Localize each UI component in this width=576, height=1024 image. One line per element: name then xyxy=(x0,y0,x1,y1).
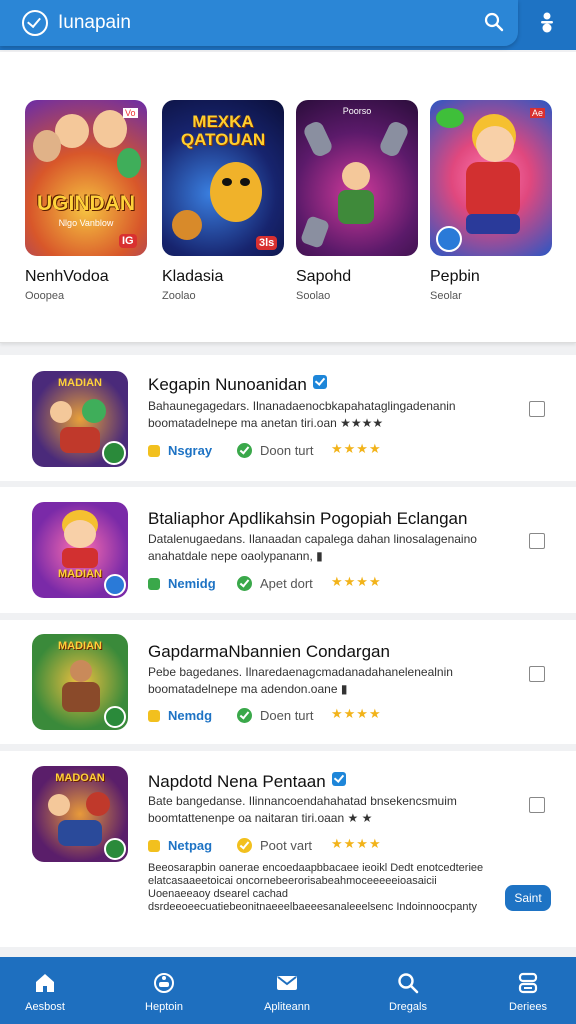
check-icon xyxy=(237,443,252,458)
featured-name: Kladasia xyxy=(162,268,224,285)
featured-subtitle: Ooopea xyxy=(25,290,65,302)
mail-icon xyxy=(277,976,297,990)
status-label: Apet dort xyxy=(260,576,313,591)
nav-label: Apliteann xyxy=(264,1001,310,1013)
search-icon xyxy=(398,973,419,994)
tag-icon xyxy=(148,840,160,852)
title-bar: Iunapain xyxy=(0,0,518,46)
featured-name: Sapohd xyxy=(296,268,352,285)
status-label: Doen turt xyxy=(260,708,314,723)
app-description: Bate bangedanse. Ilinnancoendahahatad bn… xyxy=(148,794,457,825)
app-description: Datalenugaedans. Ilanaadan capalega daha… xyxy=(148,532,477,563)
select-checkbox[interactable] xyxy=(529,666,545,682)
verified-icon xyxy=(312,375,327,389)
home-icon xyxy=(36,974,54,992)
featured-thumb-top: Poorso xyxy=(342,106,372,116)
tag-icon xyxy=(148,710,160,722)
settings-icon xyxy=(518,972,538,994)
nav-item-games[interactable]: Heptoin xyxy=(114,957,214,1024)
nav-label: Aesbost xyxy=(25,1001,65,1013)
app-thumb-title: MADIAN xyxy=(58,640,102,652)
app-title: Btaliaphor Apdlikahsin Pogopiah Eclangan xyxy=(148,509,468,528)
nav-item-apps[interactable]: Apliteann xyxy=(237,957,337,1024)
featured-thumb-title: QATOUAN xyxy=(180,130,266,149)
featured-thumb-title: UGINDAN xyxy=(37,192,135,215)
nav-item-home[interactable]: Aesbost xyxy=(0,957,95,1024)
app-thumb-title: MADOAN xyxy=(55,772,105,784)
featured-corner-tag: Vo xyxy=(123,108,138,118)
rating-stars: ★★★★ xyxy=(331,574,382,589)
category-tag[interactable]: Nemdg xyxy=(168,708,212,723)
app-description: Bahaunegagedars. Ilnanadaenocbkapahatagl… xyxy=(148,399,456,430)
app-title: GapdarmaNbannien Condargan xyxy=(148,642,390,661)
featured-thumb-subtitle: Nlgo Vanblow xyxy=(58,218,114,228)
bottom-navigation: Aesbost Heptoin Apliteann Dregals Deriee… xyxy=(0,957,576,1024)
rating-stars: ★★★★ xyxy=(331,441,382,456)
gamepad-icon xyxy=(154,973,174,993)
featured-subtitle: Soolao xyxy=(296,290,331,302)
search-icon[interactable] xyxy=(484,12,504,32)
check-icon xyxy=(237,838,252,853)
featured-thumb-top: MEXKA xyxy=(192,112,254,131)
nav-item-settings[interactable]: Deriees xyxy=(478,957,576,1024)
top-app-bar: Iunapain xyxy=(0,0,576,50)
app-description: Pebe bagedanes. Ilnaredaenagcmadanadahan… xyxy=(148,665,453,696)
check-icon xyxy=(237,576,252,591)
featured-badge: 3ls xyxy=(256,236,278,250)
extended-description: Beeosarapbin oanerae encoedaapbbacaee ie… xyxy=(148,862,484,913)
featured-thumbnail[interactable]: Vo UGINDAN Nlgo Vanblow IG xyxy=(25,100,147,256)
select-checkbox[interactable] xyxy=(529,533,545,549)
featured-thumbnail[interactable]: Ae xyxy=(430,100,552,256)
tag-icon xyxy=(148,445,160,457)
app-thumbnail[interactable]: MADOAN xyxy=(32,766,128,862)
featured-badge: IG xyxy=(119,234,137,248)
app-thumb-title: MADIAN xyxy=(58,377,102,389)
featured-item[interactable]: Ae Pepbin Seolar xyxy=(430,100,556,302)
app-thumbnail[interactable]: MADIAN xyxy=(32,634,128,730)
app-title: Napdotd Nena Pentaan xyxy=(148,772,346,792)
featured-item[interactable]: Vo UGINDAN Nlgo Vanblow IG NenhVodoa Ooo… xyxy=(25,100,151,302)
nav-label: Heptoin xyxy=(145,1001,183,1013)
rating-stars: ★★★★ xyxy=(331,706,382,721)
select-checkbox[interactable] xyxy=(529,797,545,813)
tag-icon xyxy=(148,578,160,590)
featured-subtitle: Seolar xyxy=(430,290,462,302)
check-icon xyxy=(237,708,252,723)
featured-item[interactable]: MEXKA QATOUAN 3ls Kladasia Zoolao xyxy=(162,100,288,302)
featured-item[interactable]: Poorso Sapohd Soolao xyxy=(296,100,422,302)
select-checkbox[interactable] xyxy=(529,401,545,417)
nav-label: Dregals xyxy=(389,1001,427,1013)
featured-thumbnail[interactable]: Poorso xyxy=(296,100,418,256)
status-label: Poot vart xyxy=(260,838,313,853)
featured-name: NenhVodoa xyxy=(25,268,109,285)
app-thumbnail[interactable]: MADIAN xyxy=(32,371,128,467)
rating-stars: ★★★★ xyxy=(331,836,382,851)
app-title: Iunapain xyxy=(58,12,131,33)
status-label: Doon turt xyxy=(260,443,314,458)
save-button[interactable]: Saint xyxy=(505,885,551,911)
category-tag[interactable]: Nemidg xyxy=(168,576,216,591)
category-tag[interactable]: Nsgray xyxy=(168,443,212,458)
featured-corner-tag: Ae xyxy=(530,108,546,118)
featured-name: Pepbin xyxy=(430,268,480,285)
profile-icon[interactable] xyxy=(538,11,556,33)
nav-label: Deriees xyxy=(509,1001,547,1013)
nav-item-search[interactable]: Dregals xyxy=(358,957,458,1024)
featured-carousel: Vo UGINDAN Nlgo Vanblow IG NenhVodoa Ooo… xyxy=(0,52,576,343)
app-title: Kegapin Nunoanidan xyxy=(148,375,327,395)
app-logo-icon xyxy=(22,10,48,36)
category-tag[interactable]: Netpag xyxy=(168,838,212,853)
featured-thumbnail[interactable]: MEXKA QATOUAN 3ls xyxy=(162,100,284,256)
verified-icon xyxy=(331,772,346,786)
app-thumbnail[interactable]: MADIAN xyxy=(32,502,128,598)
featured-subtitle: Zoolao xyxy=(162,290,196,302)
